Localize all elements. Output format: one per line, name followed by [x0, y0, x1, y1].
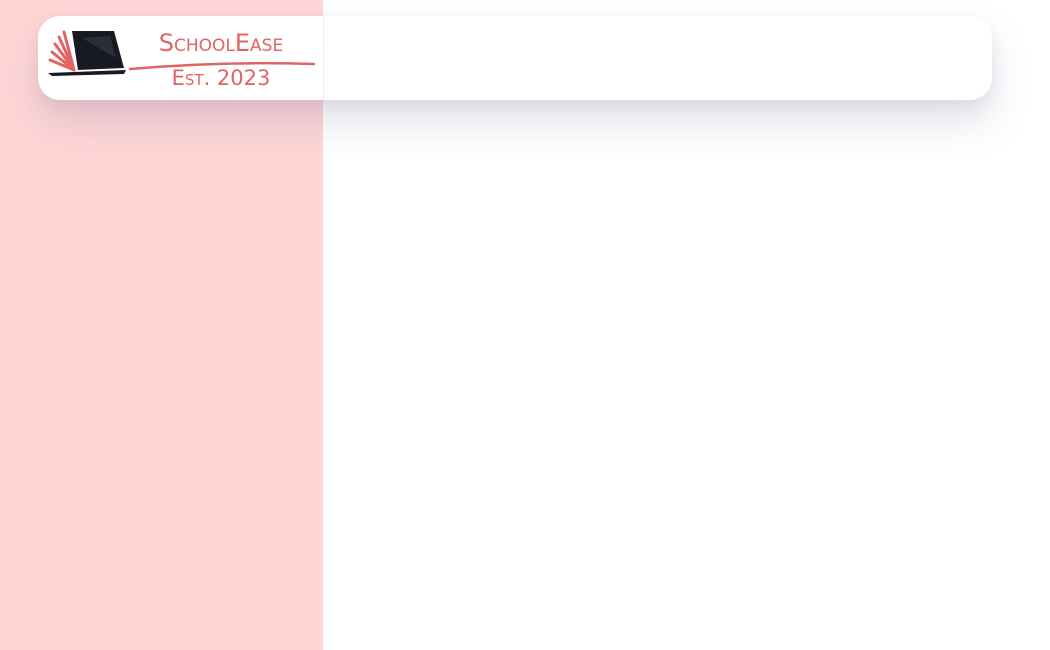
open-book-laptop-icon: [48, 30, 126, 76]
top-bar-content: [324, 16, 992, 100]
brand-tagline: Est. 2023: [171, 66, 271, 90]
brand-name: SchoolEase: [158, 29, 284, 57]
top-bar: SchoolEase Est. 2023: [38, 16, 992, 100]
brand-logo[interactable]: SchoolEase Est. 2023: [38, 16, 324, 100]
